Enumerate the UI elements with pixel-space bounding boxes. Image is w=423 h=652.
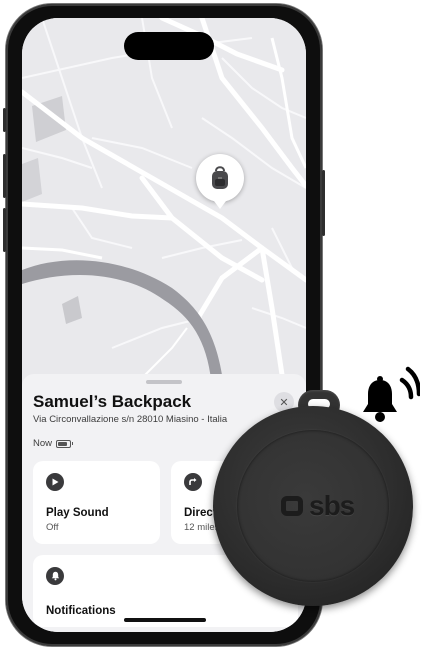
power-button — [322, 170, 325, 236]
ringing-bell-icon — [363, 366, 420, 422]
home-indicator[interactable] — [124, 618, 206, 622]
volume-down-button — [3, 208, 6, 252]
volume-up-button — [3, 154, 6, 198]
map-view[interactable] — [22, 18, 306, 388]
item-name: Samuel’s Backpack — [33, 392, 192, 411]
directions-arrow-icon — [184, 473, 202, 491]
action-button — [3, 108, 6, 132]
play-sound-label: Play Sound — [46, 507, 109, 519]
notifications-label: Notifications — [46, 605, 116, 617]
item-address: Via Circonvallazione s/n 28010 Miasino -… — [33, 414, 228, 425]
tracker-tag: sbs — [210, 390, 413, 648]
play-icon — [46, 473, 64, 491]
item-status: Now — [33, 438, 74, 449]
tag-body: sbs — [213, 406, 413, 606]
bell-icon — [46, 567, 64, 585]
dynamic-island — [124, 32, 214, 60]
battery-icon — [56, 439, 74, 448]
sheet-grabber[interactable] — [146, 380, 182, 384]
item-location-pin[interactable] — [196, 154, 244, 209]
status-time: Now — [33, 438, 53, 449]
play-sound-card[interactable]: Play Sound Off — [33, 461, 160, 544]
sbs-logo: sbs — [281, 490, 355, 522]
backpack-icon — [212, 166, 228, 189]
sbs-logo-mark — [281, 496, 303, 516]
play-sound-value: Off — [46, 522, 59, 533]
tag-face: sbs — [237, 430, 389, 582]
sbs-logo-text: sbs — [309, 490, 355, 521]
